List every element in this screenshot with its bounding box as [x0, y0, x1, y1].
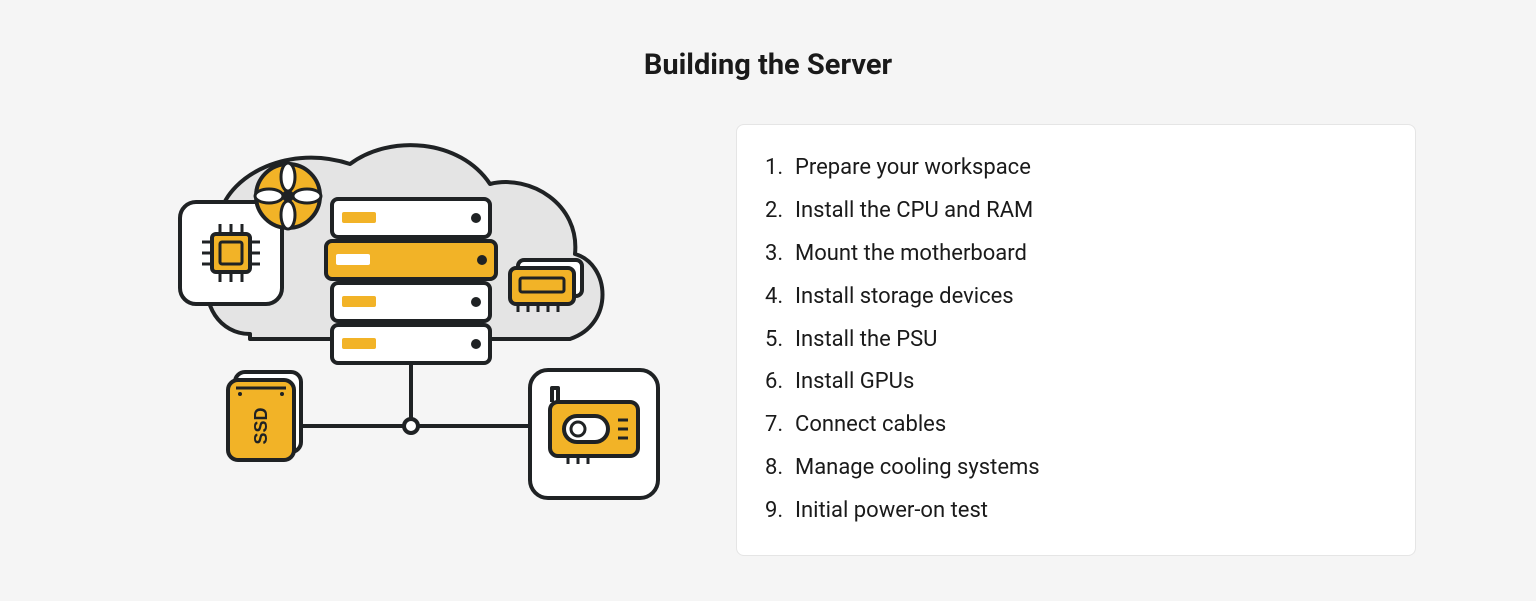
step-item: Prepare your workspace: [765, 147, 1387, 190]
server-illustration: SSD: [120, 124, 680, 544]
step-label: Connect cables: [795, 404, 946, 447]
step-item: Install the PSU: [765, 319, 1387, 362]
fan-icon: [255, 163, 321, 229]
steps-list: Prepare your workspace Install the CPU a…: [765, 147, 1387, 533]
step-item: Install storage devices: [765, 276, 1387, 319]
content-row: SSD: [120, 124, 1416, 556]
step-label: Manage cooling systems: [795, 447, 1040, 490]
step-label: Mount the motherboard: [795, 233, 1027, 276]
step-item: Manage cooling systems: [765, 447, 1387, 490]
step-item: Install the CPU and RAM: [765, 190, 1387, 233]
page-title: Building the Server: [644, 48, 892, 82]
step-label: Install GPUs: [795, 361, 914, 404]
step-label: Install the PSU: [795, 319, 937, 362]
steps-card: Prepare your workspace Install the CPU a…: [736, 124, 1416, 556]
step-item: Install GPUs: [765, 361, 1387, 404]
svg-text:SSD: SSD: [251, 407, 271, 444]
step-item: Connect cables: [765, 404, 1387, 447]
step-item: Initial power-on test: [765, 490, 1387, 533]
ssd-drive-icon: SSD: [228, 372, 301, 460]
step-label: Initial power-on test: [795, 490, 988, 533]
step-label: Install storage devices: [795, 276, 1014, 319]
step-item: Mount the motherboard: [765, 233, 1387, 276]
step-label: Install the CPU and RAM: [795, 190, 1033, 233]
ram-module-icon: [510, 260, 582, 312]
expansion-card-icon: [530, 370, 658, 498]
step-label: Prepare your workspace: [795, 147, 1031, 190]
